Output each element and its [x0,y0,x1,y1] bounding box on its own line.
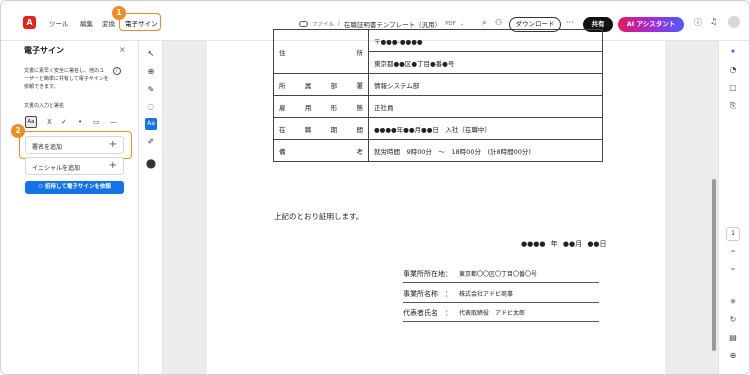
table-row: 在職期間 ●●●●年●●月●●日 入社（在職中） [273,117,603,140]
cross-mark-tool-button[interactable]: X [47,118,52,126]
line-tool-button[interactable]: — [110,118,117,126]
users-icon: ⚇ [38,184,45,190]
file-label: ファイル [312,22,335,28]
panel-title: 電子サイン [24,46,64,55]
more-options-icon[interactable]: ··· [566,18,574,27]
info-icon[interactable]: i [113,67,121,75]
menu-edit[interactable]: 編集 [80,18,93,28]
highlight-icon[interactable]: ✐ [145,136,157,148]
file-name[interactable]: 在職証明書テンプレート（汎用） [344,19,441,29]
refresh-icon[interactable]: ↻ [727,315,739,324]
path-separator: / [338,21,340,27]
table-cell-value[interactable]: 就労時間 9時00分 ～ 18時00分 (計8時間00分) [368,139,603,162]
employment-info-table: 住所 〒●●●-●●●● 東京都●●区●丁目●番●号 所属部署 情報システム部 … [273,29,603,162]
help-icon[interactable]: ⓘ [694,17,702,28]
file-type: PDF [445,21,456,27]
ai-assistant-button[interactable]: AI アシスタント [618,17,684,32]
table-row: 雇用形態 正社員 [273,95,603,118]
checkmark-tool-button[interactable]: ✓ [61,118,67,126]
pen-icon[interactable]: ✎ [145,84,157,96]
table-cell-label: 在職期間 [273,117,369,140]
signature-key: 事業所所在地： [403,270,452,278]
signature-line-representative: 代表者氏名 ： 代表取締役 アドビ太郎 [403,308,599,322]
cursor-icon[interactable]: ↖ [145,48,157,60]
page-up-icon[interactable]: ⌃ [727,249,739,258]
file-title-bar: ファイル / 在職証明書テンプレート（汎用） PDF ⌄ [299,19,465,29]
color-swatch-icon[interactable]: ● [145,157,157,169]
page-number[interactable]: 1 [726,227,740,241]
table-row: 住所 〒●●●-●●●● [273,29,603,74]
cloud-icon [299,21,308,27]
add-initials-button[interactable]: イニシャルを追加 + [25,157,124,175]
signature-value[interactable]: 代表取締役 アドビ太郎 [459,310,525,317]
table-cell-label: 雇用形態 [273,95,369,118]
panel-description: 文書に素早く安全に署名し、他のユーザーと簡単に共有して電子サインを依頼できます。 [24,68,109,90]
table-cell-value[interactable]: 東京都●●区●丁目●番●号 [368,51,603,74]
annotation-highlight-signature [19,131,132,159]
signature-value[interactable]: 株式会社アドビ商事 [459,291,513,298]
search-icon[interactable]: ⌕ [482,18,486,28]
annotation-badge-2: 2 [11,124,25,138]
text-box-icon[interactable]: Aa [145,118,157,130]
avatar[interactable] [728,16,740,28]
zoom-in-icon[interactable]: ⊕ [727,351,739,360]
settings-sparkle-icon[interactable]: ✳ [727,297,739,306]
notification-bell-icon[interactable]: ♫ [710,17,717,26]
rectangle-tool-button[interactable]: ▭ [93,118,100,126]
ai-sparkle-icon[interactable]: ✦ [727,47,739,56]
close-icon[interactable]: × [119,45,126,54]
menu-tools[interactable]: ツール [49,18,69,28]
table-cell-value[interactable]: ●●●●年●●月●●日 入社（在職中） [368,117,603,140]
signature-value[interactable]: 東京都〇〇区〇丁目〇番〇号 [459,271,537,278]
table-cell-label: 所属部署 [273,73,369,96]
plus-icon: + [108,160,117,171]
request-esign-label: 招待して電子サインを依頼 [45,184,111,190]
table-cell-value[interactable]: 〒●●●-●●●● [368,29,603,52]
table-cell-value[interactable]: 正社員 [368,95,603,118]
add-initials-label: イニシャルを追加 [32,165,81,172]
vertical-scrollbar[interactable] [712,179,716,351]
text-tool-button[interactable]: Aa [25,116,37,128]
table-cell-value[interactable]: 情報システム部 [368,73,603,96]
lasso-icon[interactable]: ◌ [145,101,157,113]
comment-icon[interactable]: ◔ [727,65,739,74]
signature-key: 事業所名称 ： [403,290,452,298]
annotation-badge-1: 1 [112,6,126,20]
signature-key: 代表者氏名 ： [403,309,452,317]
acrobat-logo-icon[interactable]: A [23,16,36,29]
dot-tool-button[interactable]: • [78,118,82,126]
esign-panel [1,41,139,374]
table-row: 備考 就労時間 9時00分 ～ 18時00分 (計8時間00分) [273,139,603,162]
attachment-icon[interactable]: ⎘ [727,101,739,111]
app-window: A ツール 編集 変換 電子サイン 1 ファイル / 在職証明書テンプレート（汎… [0,0,750,375]
table-cell-label: 住所 [273,29,369,74]
table-row: 所属部署 情報システム部 [273,73,603,96]
issue-date[interactable]: ●●●● 年 ●●月 ●●日 [521,239,607,249]
signature-line-address: 事業所所在地： 東京都〇〇区〇丁目〇番〇号 [403,269,599,283]
zoom-icon[interactable]: ⊕ [145,66,157,78]
menu-convert[interactable]: 変換 [102,18,115,28]
page-thumbnail-icon[interactable]: ▤ [727,333,739,342]
bookmark-icon[interactable]: ▢ [727,83,739,92]
user-icon[interactable]: ⚇ [495,18,502,27]
table-cell-label: 備考 [273,139,369,162]
page-down-icon[interactable]: ⌄ [727,263,739,272]
certification-text: 上記のとおり証明します。 [274,212,364,221]
signature-line-company: 事業所名称 ： 株式会社アドビ商事 [403,289,599,303]
chevron-down-icon[interactable]: ⌄ [460,21,465,27]
section-label: 文書の入力と署名 [24,103,65,109]
request-esign-button[interactable]: ⚇ 招待して電子サインを依頼 [25,181,124,194]
